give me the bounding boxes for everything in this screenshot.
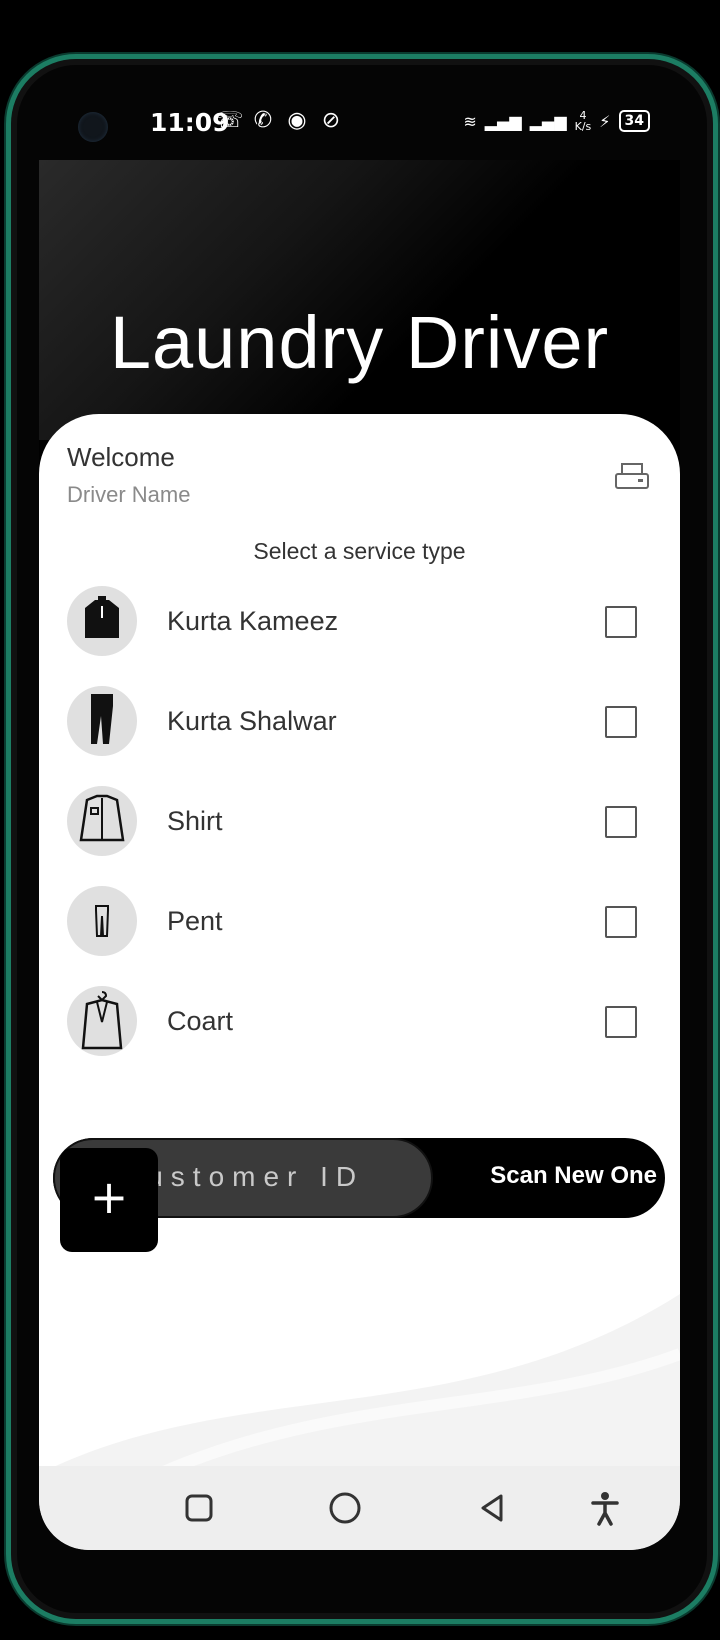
- missed-call-icon: ☏: [216, 108, 244, 133]
- service-label: Shirt: [167, 806, 223, 836]
- welcome-text: Welcome: [67, 442, 175, 472]
- back-icon[interactable]: [473, 1488, 513, 1528]
- service-checkbox[interactable]: [605, 906, 637, 938]
- whatsapp-icon: ◉: [287, 108, 307, 133]
- service-checkbox[interactable]: [605, 1006, 637, 1038]
- shirt-icon: [67, 786, 137, 856]
- system-icons: ≋ ▂▄▆ ▂▄▆ 4 K/s ⚡ 34: [463, 110, 650, 132]
- signal-icon: ▂▄▆: [484, 111, 522, 131]
- charging-icon: ⚡: [599, 111, 611, 131]
- kurta-kameez-icon: [67, 586, 137, 656]
- coat-icon: [67, 986, 137, 1056]
- service-label: Coart: [167, 1006, 234, 1036]
- hero-banner: Laundry Driver: [39, 160, 680, 440]
- driver-name: Driver Name: [67, 482, 191, 507]
- wifi-icon: ≋: [463, 111, 477, 131]
- service-item-pent[interactable]: Pent: [67, 886, 647, 958]
- call-icon: ✆: [253, 108, 273, 133]
- add-button[interactable]: +: [60, 1148, 158, 1252]
- service-label: Pent: [167, 906, 223, 936]
- shalwar-icon: [67, 686, 137, 756]
- pant-icon: [67, 886, 137, 956]
- signal-icon: ▂▄▆: [529, 111, 567, 131]
- background-wave: [39, 1294, 680, 1474]
- service-type-prompt: Select a service type: [253, 538, 466, 564]
- battery-indicator: 34: [618, 110, 650, 132]
- scan-new-button[interactable]: Scan New One: [490, 1162, 657, 1190]
- recents-icon[interactable]: [179, 1488, 219, 1528]
- service-checkbox[interactable]: [605, 806, 637, 838]
- service-item-kurta-shalwar[interactable]: Kurta Shalwar: [67, 686, 647, 758]
- service-label: Kurta Shalwar: [167, 706, 337, 736]
- navigation-bar: [39, 1466, 680, 1550]
- home-icon[interactable]: [325, 1488, 365, 1528]
- front-camera: [78, 112, 108, 142]
- app-screen: Laundry Driver Welcome Driver Name Selec…: [39, 160, 680, 1550]
- service-item-kurta-kameez[interactable]: Kurta Kameez: [67, 586, 647, 658]
- app-title: Laundry Driver: [109, 301, 610, 384]
- service-item-shirt[interactable]: Shirt: [67, 786, 647, 858]
- service-checkbox[interactable]: [605, 606, 637, 638]
- notification-icons: ☏ ✆ ◉ ⊘: [216, 108, 344, 134]
- printer-icon[interactable]: [614, 462, 650, 492]
- service-checkbox[interactable]: [605, 706, 637, 738]
- accessibility-icon[interactable]: [585, 1488, 625, 1528]
- sync-icon: ⊘: [321, 108, 341, 133]
- main-card: Welcome Driver Name Select a service typ…: [39, 414, 680, 1550]
- net-speed: 4 K/s: [574, 109, 592, 133]
- service-label: Kurta Kameez: [167, 606, 339, 636]
- service-item-coart[interactable]: Coart: [67, 986, 647, 1058]
